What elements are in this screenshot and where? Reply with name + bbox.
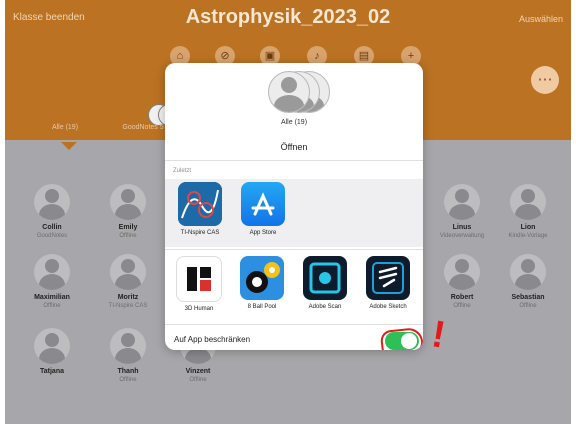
restrict-to-app-label: Auf App beschränken	[174, 335, 251, 344]
select-button[interactable]: Auswählen	[519, 14, 563, 24]
ti-nspire-icon	[178, 182, 222, 226]
student-status: GoodNotes	[36, 233, 68, 239]
student-name: Lion	[520, 224, 536, 231]
sheet-count-label: Alle (19)	[280, 119, 308, 126]
student-tile[interactable]: Lion Kindle-Vorlage	[489, 184, 567, 239]
student-status: TI-Nspire CAS	[108, 303, 148, 309]
app-label: Adobe Scan	[308, 304, 342, 310]
student-name: Maximilian	[34, 294, 70, 301]
app-label: App Store	[249, 230, 277, 236]
student-name: Moritz	[117, 294, 139, 301]
student-tile[interactable]: Tatjana	[13, 328, 91, 377]
student-status: Offline	[189, 377, 207, 383]
avatar	[110, 184, 146, 220]
student-tile[interactable]: Moritz TI-Nspire CAS	[89, 254, 167, 309]
student-tile[interactable]: Emily Offline	[89, 184, 167, 239]
avatar	[110, 328, 146, 364]
app-ti-nspire[interactable]: TI-Nspire CAS	[169, 182, 231, 236]
divider	[165, 249, 423, 250]
class-title: Astrophysik_2023_02	[185, 6, 391, 28]
open-app-sheet: Alle (19) Öffnen Zuletzt TI-Nspire CAS A…	[165, 63, 423, 350]
scan-frame-icon	[309, 262, 341, 294]
pool-balls-icon	[246, 262, 280, 293]
student-name: Emily	[118, 224, 138, 231]
3d-human-icon	[176, 256, 222, 302]
avatar	[444, 184, 480, 220]
student-name: Thanh	[117, 368, 139, 375]
open-label: Öffnen	[280, 142, 308, 152]
app-store-glyph-icon	[251, 192, 275, 216]
app-store-icon	[241, 182, 285, 226]
student-status: Offline	[119, 377, 137, 383]
group-avatar-stack	[268, 71, 330, 113]
ti-nspire-graphic-icon	[178, 182, 222, 226]
app-adobe-sketch[interactable]: Adobe Sketch	[357, 256, 419, 310]
divider	[165, 160, 423, 161]
ellipsis-icon[interactable]: ⋯	[531, 66, 559, 94]
avatar	[34, 184, 70, 220]
app-label: TI-Nspire CAS	[180, 230, 220, 236]
app-8-ball-pool[interactable]: 8 Ball Pool	[231, 256, 293, 310]
3d-human-glyph-icon	[187, 267, 211, 291]
restrict-to-app-row: Auf App beschränken	[165, 325, 423, 350]
student-status: Offline	[119, 233, 137, 239]
app-label: 3D Human	[184, 306, 214, 312]
recent-header: Zuletzt	[173, 168, 192, 174]
app-app-store[interactable]: App Store	[232, 182, 294, 236]
student-status: Kindle-Vorlage	[508, 233, 548, 239]
app-3d-human[interactable]: 3D Human	[168, 256, 230, 312]
student-tile[interactable]: Thanh Offline	[89, 328, 167, 383]
student-tile[interactable]: Sebastian Offline	[489, 254, 567, 309]
8-ball-pool-icon	[240, 256, 284, 300]
group-all[interactable]: Alle (19)	[25, 96, 190, 131]
student-name: Vinzent	[185, 368, 211, 375]
student-name: Sebastian	[511, 294, 545, 301]
group-all-label: Alle (19)	[51, 124, 79, 131]
selected-group-marker	[61, 142, 77, 150]
avatar	[510, 184, 546, 220]
student-name: Collin	[42, 224, 62, 231]
sketch-stroke-icon	[372, 262, 404, 294]
app-label: 8 Ball Pool	[247, 304, 277, 310]
avatar	[444, 254, 480, 290]
student-tile[interactable]: Maximilian Offline	[13, 254, 91, 309]
app-label: Adobe Sketch	[369, 304, 407, 310]
adobe-scan-icon	[303, 256, 347, 300]
avatar	[110, 254, 146, 290]
avatar	[510, 254, 546, 290]
app-adobe-scan[interactable]: Adobe Scan	[294, 256, 356, 310]
student-name: Tatjana	[40, 368, 64, 375]
avatar	[34, 328, 70, 364]
student-status: Offline	[43, 303, 61, 309]
annotation-circle	[379, 326, 423, 350]
sheet-header: Alle (19) Öffnen	[165, 63, 423, 159]
adobe-sketch-icon	[366, 256, 410, 300]
student-status: Offline	[519, 303, 537, 309]
student-tile[interactable]: Collin GoodNotes	[13, 184, 91, 239]
avatar	[34, 254, 70, 290]
